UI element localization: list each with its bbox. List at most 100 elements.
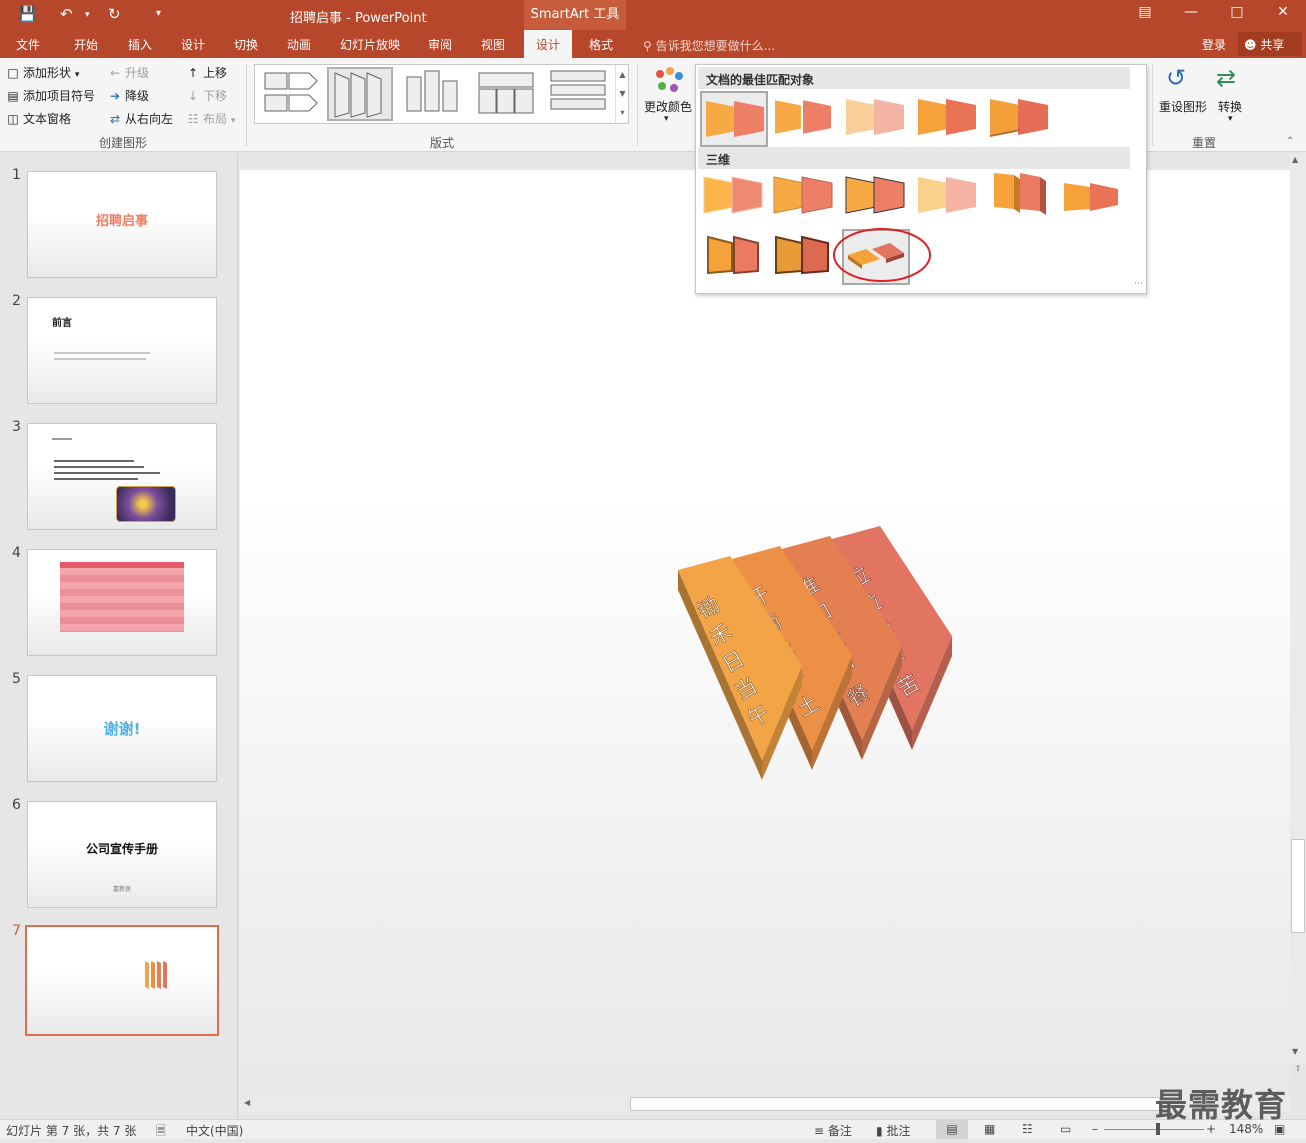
spelling-icon[interactable]: 🗏 <box>156 1122 166 1143</box>
add-shape-button[interactable]: □ 添加形状 ▾ <box>6 64 79 81</box>
tell-me-search[interactable]: ⚲ 告诉我您想要做什么... <box>643 37 775 54</box>
zoom-slider[interactable] <box>1104 1129 1204 1130</box>
ribbon-display-icon[interactable]: ▤ <box>1130 4 1160 20</box>
style-3d-brick[interactable] <box>986 169 1054 225</box>
slide-thumb-2[interactable]: 前言 <box>27 297 217 404</box>
slide-thumb-1[interactable]: 招聘启事 <box>27 171 217 278</box>
slide-thumb-4[interactable] <box>27 549 217 656</box>
save-icon[interactable]: 💾 <box>18 5 37 23</box>
arrow-right-icon: ➔ <box>109 89 121 103</box>
style-3d-sunset[interactable] <box>770 229 838 285</box>
style-3d-powder[interactable] <box>914 169 982 225</box>
layout-button[interactable]: ☷ 布局 ▾ <box>186 110 236 127</box>
smartart-graphic[interactable]: 粒粒皆辛苦谁知盘中餐汗滴禾下土锄禾日当午 <box>660 510 980 810</box>
slide-thumb-6[interactable]: 公司宣传手册 嘉新居 <box>27 801 217 908</box>
style-white-outline[interactable] <box>770 91 838 147</box>
move-up-button[interactable]: ↑ 上移 <box>186 64 227 81</box>
tab-animations[interactable]: 动画 <box>287 36 311 53</box>
layout-option[interactable] <box>401 67 467 121</box>
change-colors-button[interactable]: 更改颜色 <box>644 98 692 115</box>
document-title: 招聘启事 - PowerPoint <box>290 11 427 26</box>
move-down-button[interactable]: ↓ 下移 <box>186 87 227 104</box>
close-icon[interactable]: ✕ <box>1268 4 1298 20</box>
layouts-gallery: ▲ ▼ ▾ <box>254 64 629 124</box>
rtl-icon: ⇄ <box>109 112 121 126</box>
arrow-down-icon: ↓ <box>187 89 199 103</box>
scroll-left-icon[interactable]: ◀ <box>244 1098 250 1107</box>
vertical-scrollbar[interactable]: ▲ ▼ <box>1290 153 1306 1063</box>
tab-transitions[interactable]: 切换 <box>234 36 258 53</box>
slide-thumb-3[interactable] <box>27 423 217 530</box>
style-thumb-graphic <box>707 235 759 275</box>
slide-thumb-5[interactable]: 谢谢! <box>27 675 217 782</box>
resize-grip-icon[interactable]: ⋯ <box>1134 279 1143 289</box>
group-separator <box>637 64 638 146</box>
slide-thumb-7[interactable] <box>25 925 219 1036</box>
language-status[interactable]: 中文(中国) <box>186 1122 243 1139</box>
notes-button[interactable]: ≡ 备注 <box>814 1122 852 1139</box>
comments-button[interactable]: ▮ 批注 <box>876 1122 910 1139</box>
style-3d-inset[interactable] <box>770 169 838 225</box>
layout-thumb-graphic <box>478 72 534 114</box>
collapse-ribbon-icon[interactable]: ⌃ <box>1286 136 1294 147</box>
tab-smartart-design[interactable]: 设计 <box>524 30 573 58</box>
style-intense[interactable] <box>986 91 1054 147</box>
minimize-icon[interactable]: — <box>1176 4 1206 20</box>
style-3d-metallic[interactable] <box>700 229 768 285</box>
tab-review[interactable]: 审阅 <box>428 36 452 53</box>
add-shape-icon: □ <box>7 66 19 80</box>
tab-format[interactable]: 格式 <box>589 36 613 53</box>
layout-thumb-graphic <box>406 70 458 112</box>
tab-insert[interactable]: 插入 <box>128 36 152 53</box>
arrow-up-icon: ↑ <box>187 66 199 80</box>
current-slide[interactable]: 粒粒皆辛苦谁知盘中餐汗滴禾下土锄禾日当午 <box>240 170 1290 1096</box>
tab-slideshow[interactable]: 幻灯片放映 <box>340 36 400 53</box>
slide-number: 6 <box>12 797 21 813</box>
demote-button[interactable]: ➔ 降级 <box>108 87 149 104</box>
smartart-styles-dropdown: 文档的最佳匹配对象 三维 ⋯ <box>695 64 1147 294</box>
slideshow-icon[interactable]: ▭ <box>1060 1122 1071 1136</box>
promote-button[interactable]: ← 升级 <box>108 64 149 81</box>
horizontal-scrollbar[interactable]: ◀ <box>240 1096 1290 1112</box>
right-to-left-button[interactable]: ⇄ 从右向左 <box>108 110 173 127</box>
tab-home[interactable]: 开始 <box>74 36 98 53</box>
convert-button[interactable]: 转换 <box>1218 98 1242 115</box>
layout-option-selected[interactable] <box>327 67 393 121</box>
layout-option[interactable] <box>547 67 613 121</box>
share-button[interactable]: ☻ 共享 <box>1238 32 1302 56</box>
style-3d-polished[interactable] <box>700 169 768 225</box>
scroll-down-icon[interactable]: ▼ <box>1292 1047 1298 1056</box>
add-bullet-button[interactable]: ▤ 添加项目符号 <box>6 87 95 104</box>
scroll-thumb[interactable] <box>630 1097 1160 1111</box>
reading-view-icon[interactable]: ☷ <box>1022 1122 1033 1136</box>
scroll-up-icon[interactable]: ▲ <box>1292 155 1298 164</box>
tab-file[interactable]: 文件 <box>16 36 40 53</box>
tab-view[interactable]: 视图 <box>481 36 505 53</box>
prev-slide-icon[interactable]: ⇧ <box>1290 1064 1306 1078</box>
undo-dropdown-icon[interactable]: ▾ <box>85 10 90 20</box>
style-3d-cartoon[interactable] <box>842 169 910 225</box>
normal-view-icon[interactable]: ▤ <box>936 1120 968 1139</box>
style-moderate[interactable] <box>914 91 982 147</box>
style-subtle[interactable] <box>842 91 910 147</box>
zoom-out-icon[interactable]: – <box>1092 1122 1098 1136</box>
reset-graphic-button[interactable]: 重设图形 <box>1159 98 1207 115</box>
undo-icon[interactable]: ↶ <box>60 5 73 23</box>
style-3d-flat-scene[interactable] <box>1058 169 1126 225</box>
style-simple-fill[interactable] <box>700 91 768 147</box>
layout-option[interactable] <box>259 67 325 121</box>
redo-icon[interactable]: ↻ <box>108 5 121 23</box>
slide-thumb-title: 谢谢! <box>103 720 141 738</box>
gallery-scroll[interactable]: ▲ ▼ ▾ <box>615 65 629 123</box>
scroll-thumb[interactable] <box>1291 839 1305 933</box>
customize-toolbar-icon[interactable]: ▾ <box>156 8 161 19</box>
best-match-header: 文档的最佳匹配对象 <box>698 67 1130 89</box>
chevron-down-icon: ▾ <box>74 70 80 80</box>
text-pane-button[interactable]: ◫ 文本窗格 <box>6 110 71 127</box>
slide-sorter-icon[interactable]: ▦ <box>984 1122 995 1136</box>
layout-option[interactable] <box>475 67 541 121</box>
tab-design[interactable]: 设计 <box>181 36 205 53</box>
slide-number: 5 <box>12 671 21 687</box>
maximize-icon[interactable]: □ <box>1222 4 1252 20</box>
login-link[interactable]: 登录 <box>1202 36 1226 53</box>
